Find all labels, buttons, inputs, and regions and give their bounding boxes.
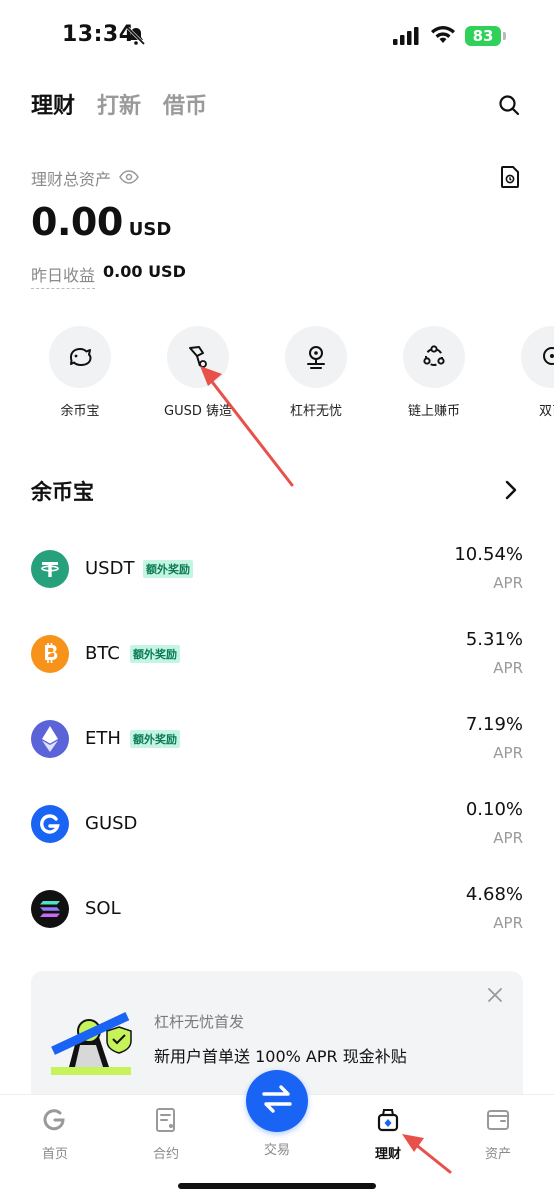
coin-rate: 5.31% <box>465 629 523 650</box>
total-assets-label: 理财总资产 <box>31 166 139 190</box>
coin-row-btc[interactable]: BTC 额外奖励 5.31% APR <box>31 629 523 689</box>
coin-row-eth[interactable]: ETH 额外奖励 7.19% APR <box>31 714 523 774</box>
wifi-icon <box>430 25 456 49</box>
coin-rate: 4.68% <box>465 884 523 905</box>
nav-label: 首页 <box>41 1147 68 1162</box>
coin-name: SOL <box>85 898 121 919</box>
status-bar: 13:34 83 <box>0 0 554 74</box>
total-assets-text: 理财总资产 <box>31 170 112 189</box>
quick-item-dual-coin[interactable]: 双币 <box>493 326 554 419</box>
nav-label-trade: 交易 <box>263 1143 290 1158</box>
hammer-icon <box>167 326 229 388</box>
nav-label: 资产 <box>484 1147 511 1162</box>
eye-icon[interactable] <box>119 169 139 188</box>
tab-borrow[interactable]: 借币 <box>163 88 207 120</box>
quick-item-label: GUSD 铸造 <box>164 404 232 419</box>
nav-assets[interactable]: 资产 <box>458 1107 538 1162</box>
bell-slash-icon <box>126 26 146 50</box>
quick-item-leverage[interactable]: 杠杆无忧 <box>257 326 375 419</box>
total-assets-value: 0.00 USD <box>31 200 171 244</box>
coin-apr-label: APR <box>493 659 523 677</box>
earn-icon <box>375 1109 401 1137</box>
tab-earn[interactable]: 理财 <box>31 88 75 120</box>
nav-contract[interactable]: 合约 <box>126 1107 206 1162</box>
quick-item-onchain[interactable]: 链上赚币 <box>375 326 493 419</box>
promo-description: 新用户首单送 100% APR 现金补贴 <box>154 1047 407 1066</box>
promo-title: 杠杆无忧首发 <box>154 1013 245 1031</box>
coin-rate: 0.10% <box>465 799 523 820</box>
battery-icon: 83 <box>465 26 507 46</box>
coin-row-gusd[interactable]: GUSD 0.10% APR <box>31 799 523 859</box>
battery-level: 83 <box>465 26 501 46</box>
coin-row-usdt[interactable]: USDT 额外奖励 10.54% APR <box>31 544 523 604</box>
yesterday-earnings-value: 0.00 USD <box>103 262 186 281</box>
usdt-logo-icon <box>31 550 69 588</box>
coin-name: BTC <box>85 643 120 664</box>
nav-earn[interactable]: 理财 <box>348 1107 428 1162</box>
close-icon[interactable] <box>487 987 503 1007</box>
home-indicator[interactable] <box>178 1183 376 1189</box>
yesterday-earnings-label[interactable]: 昨日收益 <box>31 262 96 289</box>
section-title[interactable]: 余币宝 <box>31 476 94 506</box>
coin-rate: 10.54% <box>454 544 523 565</box>
coin-apr-label: APR <box>493 914 523 932</box>
onchain-icon <box>403 326 465 388</box>
status-time: 13:34 <box>62 22 135 47</box>
quick-item-yubibao[interactable]: 余币宝 <box>21 326 139 419</box>
coin-apr-label: APR <box>493 744 523 762</box>
tab-new-listing[interactable]: 打新 <box>97 88 141 120</box>
coin-name: GUSD <box>85 813 138 834</box>
home-icon <box>42 1109 68 1137</box>
coin-rate: 7.19% <box>465 714 523 735</box>
wallet-icon <box>485 1110 511 1137</box>
top-tabs: 理财 打新 借币 <box>31 88 207 120</box>
piggy-bank-icon <box>49 326 111 388</box>
quick-item-label: 双币 <box>538 404 554 419</box>
quick-item-label: 余币宝 <box>60 404 100 419</box>
bonus-badge: 额外奖励 <box>143 560 193 578</box>
contract-icon <box>153 1108 179 1137</box>
promo-illustration <box>49 1007 141 1083</box>
leverage-icon <box>285 326 347 388</box>
quick-item-label: 链上赚币 <box>407 404 460 419</box>
swap-icon <box>260 1084 294 1118</box>
coin-name: USDT <box>85 558 135 579</box>
quick-item-label: 杠杆无忧 <box>289 404 342 419</box>
gusd-logo-icon <box>31 805 69 843</box>
signal-icon <box>393 27 419 49</box>
eth-logo-icon <box>31 720 69 758</box>
coin-apr-label: APR <box>493 829 523 847</box>
quick-products: 余币宝 GUSD 铸造 杠杆无忧 链上赚币 双币 <box>0 326 554 426</box>
history-document-icon[interactable] <box>500 166 520 192</box>
nav-label: 理财 <box>374 1147 401 1162</box>
trade-button[interactable] <box>246 1070 308 1132</box>
btc-logo-icon <box>31 635 69 673</box>
total-assets-number: 0.00 <box>31 200 123 244</box>
coin-apr-label: APR <box>493 574 523 592</box>
bonus-badge: 额外奖励 <box>130 645 180 663</box>
quick-item-gusd-mint[interactable]: GUSD 铸造 <box>139 326 257 419</box>
nav-home[interactable]: 首页 <box>15 1107 95 1162</box>
chevron-right-icon[interactable] <box>504 480 518 504</box>
nav-label: 合约 <box>152 1147 179 1162</box>
coin-row-sol[interactable]: SOL 4.68% APR <box>31 884 523 944</box>
coin-name: ETH <box>85 728 121 749</box>
total-assets-unit: USD <box>128 219 172 240</box>
dual-coin-icon <box>521 326 554 388</box>
yesterday-earnings: 昨日收益 0.00 USD <box>31 262 186 289</box>
sol-logo-icon <box>31 890 69 928</box>
search-icon[interactable] <box>498 94 520 120</box>
bonus-badge: 额外奖励 <box>130 730 180 748</box>
